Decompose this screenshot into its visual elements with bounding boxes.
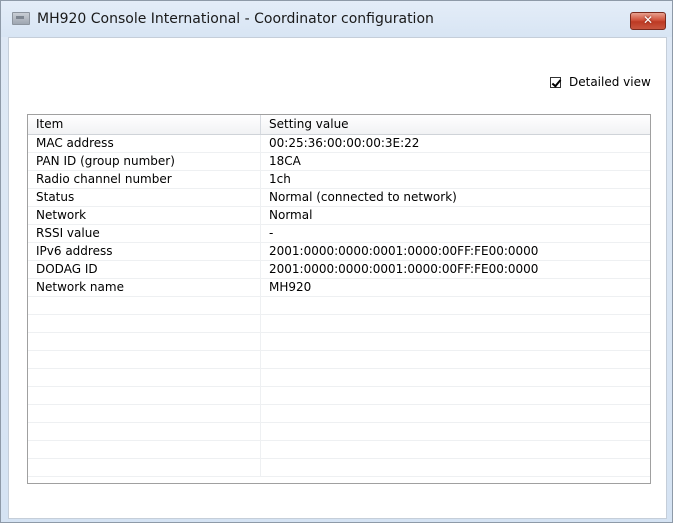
table-row[interactable]: MAC address 00:25:36:00:00:00:3E:22 [28,135,650,153]
item-cell: DODAG ID [28,261,261,278]
setting-value-cell [261,405,650,422]
item-cell [28,297,261,314]
app-icon [12,12,30,25]
item-cell [28,333,261,350]
item-cell [28,441,261,458]
setting-value-cell: MH920 [269,280,312,294]
item-cell: IPv6 address [28,243,261,260]
settings-table[interactable]: Item Setting value MAC address 00:25:36:0… [27,114,651,484]
setting-value-cell: 00:25:36:00:00:00:3E:22 [269,136,420,150]
column-header-setting-value[interactable]: Setting value [261,115,650,134]
setting-value-cell: 2001:0000:0000:0001:0000:00FF:FE00:0000 [269,262,539,276]
table-row[interactable]: Radio channel number 1ch [28,171,650,189]
table-row[interactable]: RSSI value - [28,225,650,243]
window-title: MH920 Console International - Coordinato… [37,11,434,27]
setting-value-cell [261,333,650,350]
setting-value-cell [261,351,650,368]
table-row[interactable]: Status Normal (connected to network) [28,189,650,207]
table-row[interactable] [28,369,650,387]
item-cell [28,405,261,422]
column-header-item[interactable]: Item [28,115,261,134]
setting-value-cell [261,387,650,404]
table-row[interactable]: IPv6 address 2001:0000:0000:0001:0000:00F… [28,243,650,261]
item-cell: MAC address [28,135,261,152]
setting-value-cell: - [269,226,274,240]
setting-value-cell: 2001:0000:0000:0001:0000:00FF:FE00:0000 [269,244,539,258]
item-cell: Network name [28,279,261,296]
setting-value-cell: Normal [269,208,313,222]
checkbox-checked-icon[interactable] [550,76,561,88]
table-row[interactable] [28,459,650,477]
item-cell: Radio channel number [28,171,261,188]
item-cell [28,315,261,332]
item-cell: PAN ID (group number) [28,153,261,170]
table-body: MAC address 00:25:36:00:00:00:3E:22 PAN ID… [28,135,650,477]
close-button[interactable]: ✕ [630,12,666,30]
table-row[interactable] [28,423,650,441]
setting-value-cell: 18CA [269,154,301,168]
setting-value-cell [261,297,650,314]
table-row[interactable] [28,441,650,459]
table-header: Item Setting value [28,115,650,135]
setting-value-cell [261,369,650,386]
setting-value-cell [261,459,650,476]
table-row[interactable] [28,315,650,333]
item-cell: Status [28,189,261,206]
item-cell [28,459,261,476]
config-window: MH920 Console International - Coordinato… [0,0,673,523]
client-area: Detailed view Item Setting value MAC add… [8,37,667,519]
table-row[interactable] [28,297,650,315]
setting-value-cell [261,315,650,332]
close-icon: ✕ [642,13,654,27]
item-cell: Network [28,207,261,224]
table-row[interactable]: PAN ID (group number) 18CA [28,153,650,171]
setting-value-cell: 1ch [269,172,291,186]
setting-value-cell [261,423,650,440]
table-row[interactable] [28,405,650,423]
item-cell: RSSI value [28,225,261,242]
detailed-view-checkbox[interactable]: Detailed view [550,74,651,90]
table-row[interactable]: Network name MH920 [28,279,650,297]
title-bar[interactable]: MH920 Console International - Coordinato… [1,1,672,37]
item-cell [28,423,261,440]
table-row[interactable] [28,333,650,351]
item-cell [28,369,261,386]
item-cell [28,387,261,404]
table-row[interactable]: Network Normal [28,207,650,225]
setting-value-cell: Normal (connected to network) [269,190,457,204]
detailed-view-label: Detailed view [569,75,651,89]
table-row[interactable] [28,387,650,405]
table-row[interactable] [28,351,650,369]
table-row[interactable]: DODAG ID 2001:0000:0000:0001:0000:00FF:FE… [28,261,650,279]
setting-value-cell [261,441,650,458]
item-cell [28,351,261,368]
